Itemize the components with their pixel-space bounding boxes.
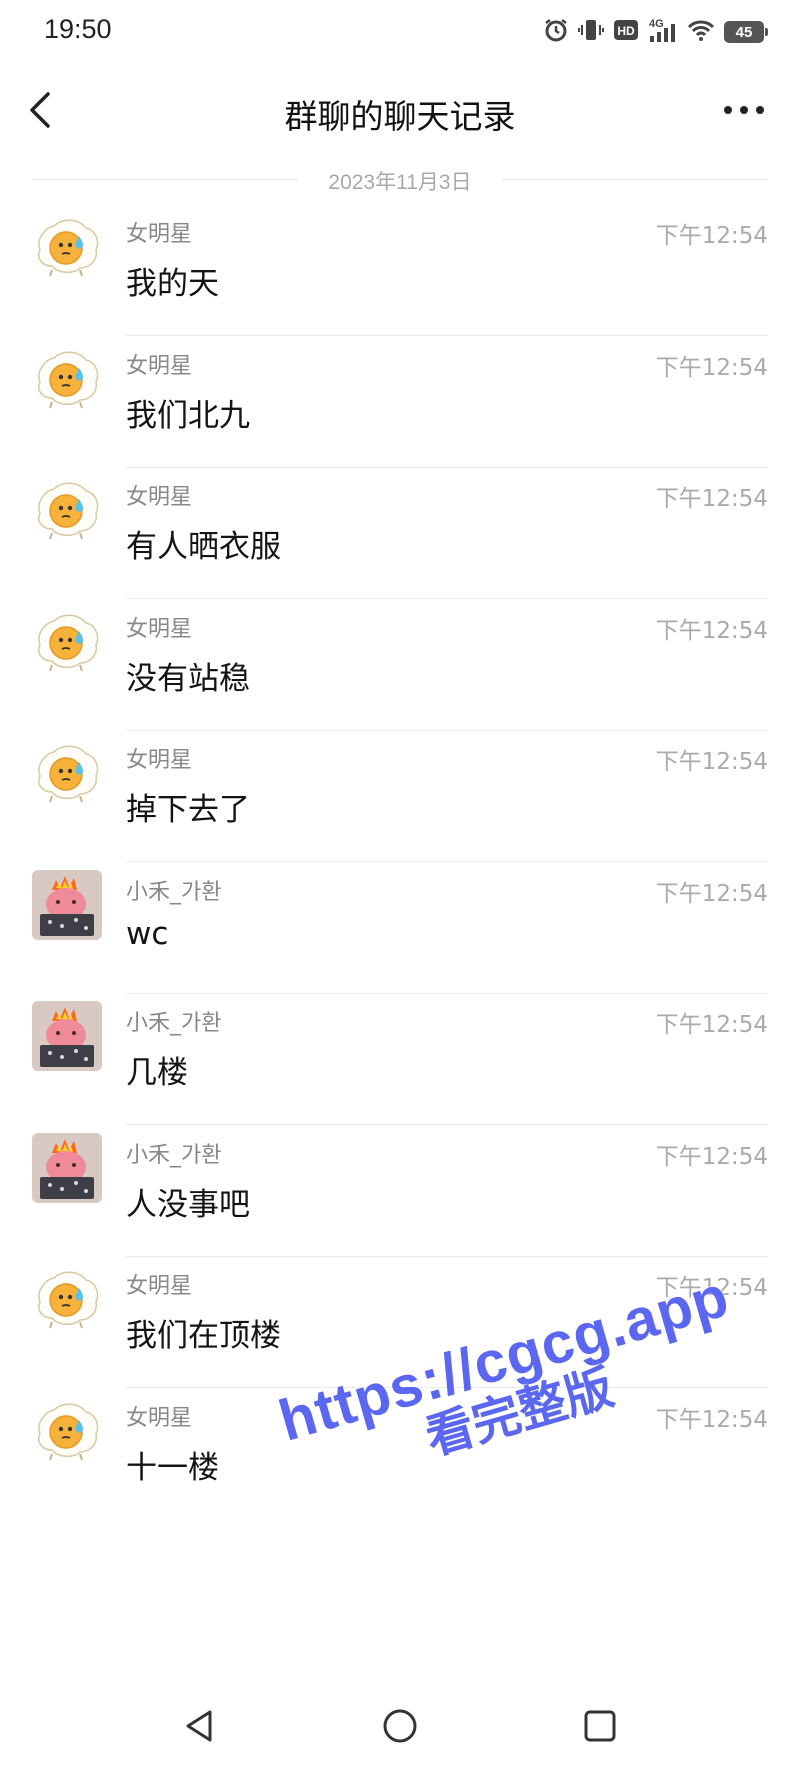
message-time: 下午12:54 [655,749,768,775]
battery-icon: 45 [724,21,768,43]
message-text: 我们北九 [126,397,250,434]
header-bar: 群聊的聊天记录 [0,62,800,160]
message-time: 下午12:54 [655,617,768,644]
message-time: 下午12:54 [655,1012,768,1038]
back-triangle-icon [186,1710,212,1742]
fried-egg-avatar[interactable] [32,1395,102,1466]
message-row[interactable]: 女明星 下午12:54 我们北九 [0,318,800,468]
pink-creature-avatar[interactable] [32,869,102,940]
vibrate-icon [578,17,604,47]
svg-text:4G: 4G [649,18,664,30]
message-row[interactable]: 小禾_가환 下午12:54 几楼 [0,975,800,1125]
message-row[interactable]: 女明星 下午12:54 我们在顶楼 [0,1238,800,1388]
sender-name: 小禾_가환 [126,1142,222,1168]
message-time: 下午12:54 [655,880,768,907]
message-text: 人没事吧 [126,1186,250,1223]
sender-name: 女明星 [126,222,193,247]
message-row[interactable]: 女明星 下午12:54 我的天 [0,186,800,336]
wifi-icon [687,18,715,46]
recents-square-icon [584,1710,616,1742]
message-text: 几楼 [126,1055,188,1091]
system-back-button[interactable] [176,1702,224,1750]
more-button[interactable] [720,96,768,124]
sender-name: 女明星 [126,1405,193,1431]
pink-creature-avatar[interactable] [32,1001,102,1071]
sender-name: 女明星 [126,748,193,773]
fried-egg-avatar[interactable] [32,212,102,282]
hd-icon: HD [613,18,639,46]
divider-line [502,179,768,180]
more-dots-icon [724,106,764,114]
message-text: wc [126,915,169,952]
fried-egg-avatar[interactable] [32,738,102,808]
message-text: 我们在顶楼 [126,1318,281,1354]
page-title: 群聊的聊天记录 [284,97,516,136]
home-circle-icon [383,1709,417,1743]
message-time: 下午12:54 [655,223,768,249]
sender-name: 女明星 [126,353,193,379]
pink-creature-avatar[interactable] [32,1132,102,1203]
message-text: 我的天 [126,266,219,302]
message-time: 下午12:54 [655,1275,768,1301]
status-bar: 19:50 HD 4G 45 [0,0,800,62]
sender-name: 女明星 [126,1274,193,1299]
message-text: 有人晒衣服 [126,529,281,565]
message-time: 下午12:54 [655,354,768,381]
message-row[interactable]: 女明星 下午12:54 十一楼 [0,1370,800,1520]
svg-text:HD: HD [617,24,635,38]
message-time: 下午12:54 [655,1143,768,1170]
message-text: 掉下去了 [126,792,250,828]
message-row[interactable]: 女明星 下午12:54 没有站稳 [0,581,800,731]
fried-egg-avatar[interactable] [32,1264,102,1334]
message-text: 没有站稳 [126,660,250,697]
fried-egg-avatar[interactable] [32,606,102,677]
message-row[interactable]: 女明星 下午12:54 有人晒衣服 [0,449,800,599]
message-time: 下午12:54 [655,486,768,512]
system-nav-bar [0,1674,800,1784]
message-row[interactable]: 小禾_가환 下午12:54 wc [0,844,800,994]
alarm-icon [543,17,569,47]
message-row[interactable]: 女明星 下午12:54 掉下去了 [0,712,800,862]
fried-egg-avatar[interactable] [32,475,102,545]
status-icons: HD 4G 45 [543,16,768,48]
message-row[interactable]: 小禾_가환 下午12:54 人没事吧 [0,1107,800,1257]
message-time: 下午12:54 [655,1406,768,1433]
sender-name: 女明星 [126,616,193,642]
sender-name: 女明星 [126,485,193,510]
system-home-button[interactable] [376,1702,424,1750]
fried-egg-avatar[interactable] [32,343,102,414]
system-recents-button[interactable] [576,1702,624,1750]
signal-4g-icon: 4G [648,16,678,48]
status-time: 19:50 [44,14,112,44]
sender-name: 小禾_가환 [126,1011,222,1036]
sender-name: 小禾_가환 [126,879,222,905]
message-text: 十一楼 [126,1449,219,1486]
